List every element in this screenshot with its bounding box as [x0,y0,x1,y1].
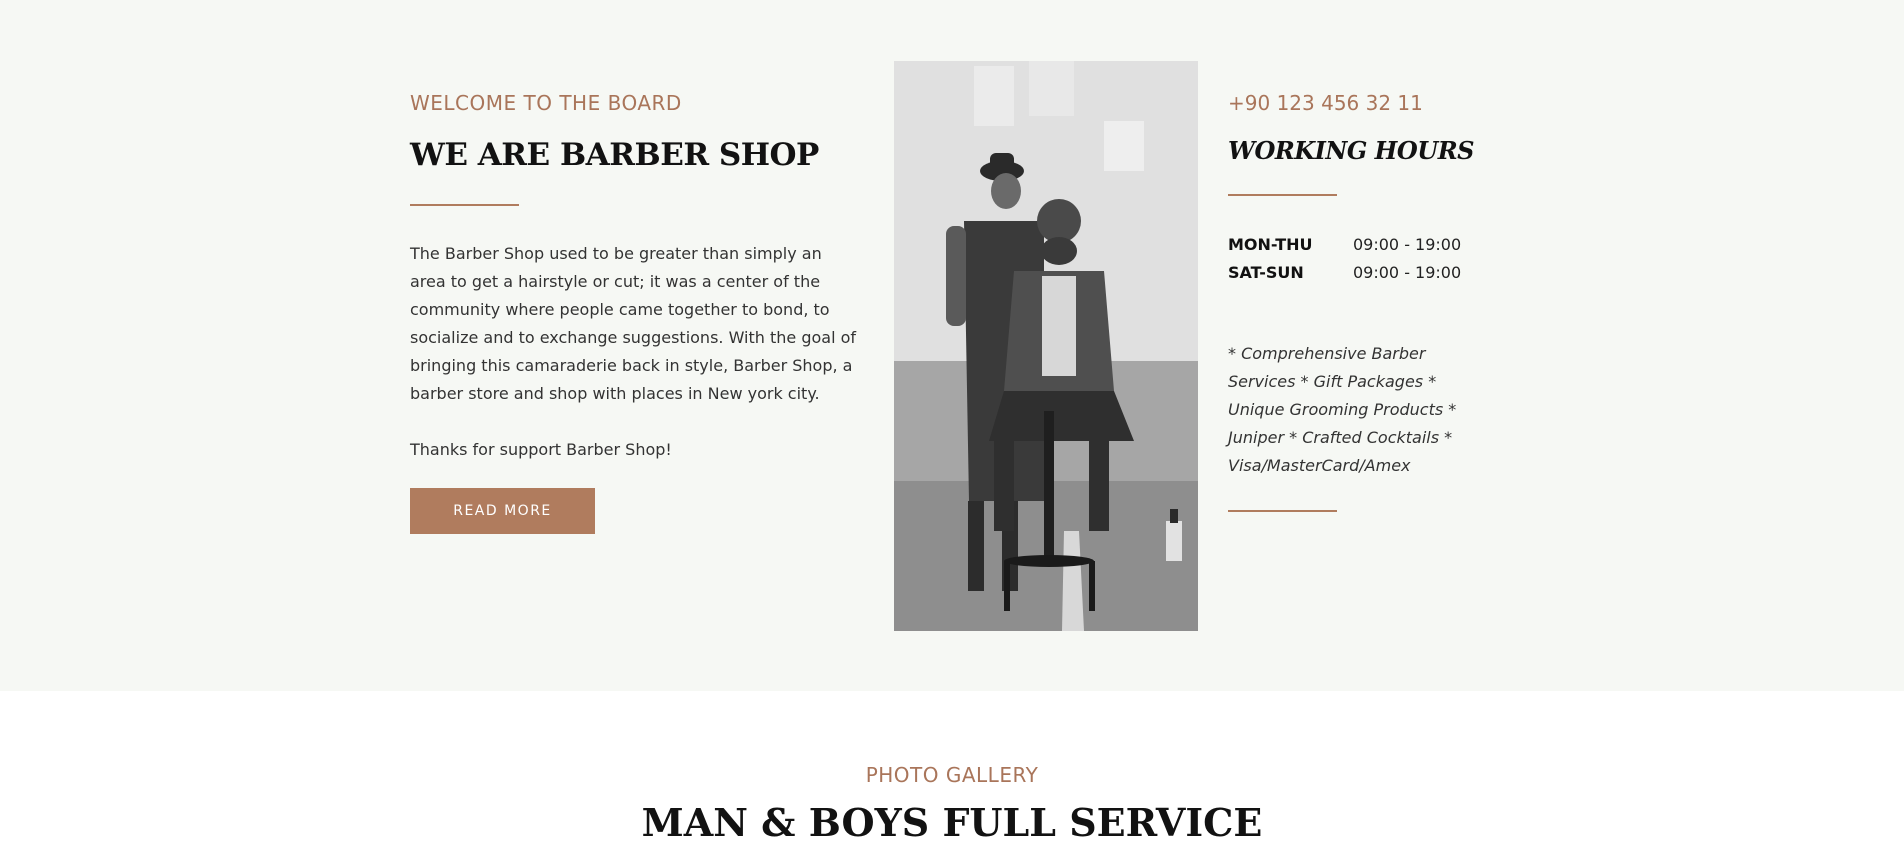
about-divider [410,204,519,206]
about-intro: WELCOME TO THE BOARD WE ARE BARBER SHOP … [410,90,860,534]
gallery-eyebrow: PHOTO GALLERY [865,763,1039,787]
hours-time: 09:00 - 19:00 [1353,234,1462,254]
hours-divider [1228,194,1337,196]
phone-number[interactable]: +90 123 456 32 11 [1228,90,1518,116]
about-section: WELCOME TO THE BOARD WE ARE BARBER SHOP … [0,0,1904,691]
hours-day: MON-THU [1228,234,1313,254]
about-thanks: Thanks for support Barber Shop! [410,440,672,459]
about-eyebrow: WELCOME TO THE BOARD [410,91,682,115]
about-paragraph: The Barber Shop used to be greater than … [410,244,857,403]
barber-photo-illustration [894,61,1198,631]
barber-photo [894,61,1198,631]
services-divider [1228,510,1337,512]
hours-row: SAT-SUN 09:00 - 19:00 [1228,258,1518,286]
contact-hours: +90 123 456 32 11 WORKING HOURS MON-THU … [1228,90,1518,512]
hours-table: MON-THU 09:00 - 19:00 SAT-SUN 09:00 - 19… [1228,230,1518,286]
hours-row: MON-THU 09:00 - 19:00 [1228,230,1518,258]
hours-time: 09:00 - 19:00 [1353,262,1462,282]
read-more-button[interactable]: READ MORE [410,488,595,534]
services-list: * Comprehensive Barber Services * Gift P… [1228,344,1457,475]
working-hours-title: WORKING HOURS [1228,136,1474,165]
hours-day: SAT-SUN [1228,262,1304,282]
about-title: WE ARE BARBER SHOP [410,137,819,173]
gallery-title: MAN & BOYS FULL SERVICE [641,800,1263,845]
